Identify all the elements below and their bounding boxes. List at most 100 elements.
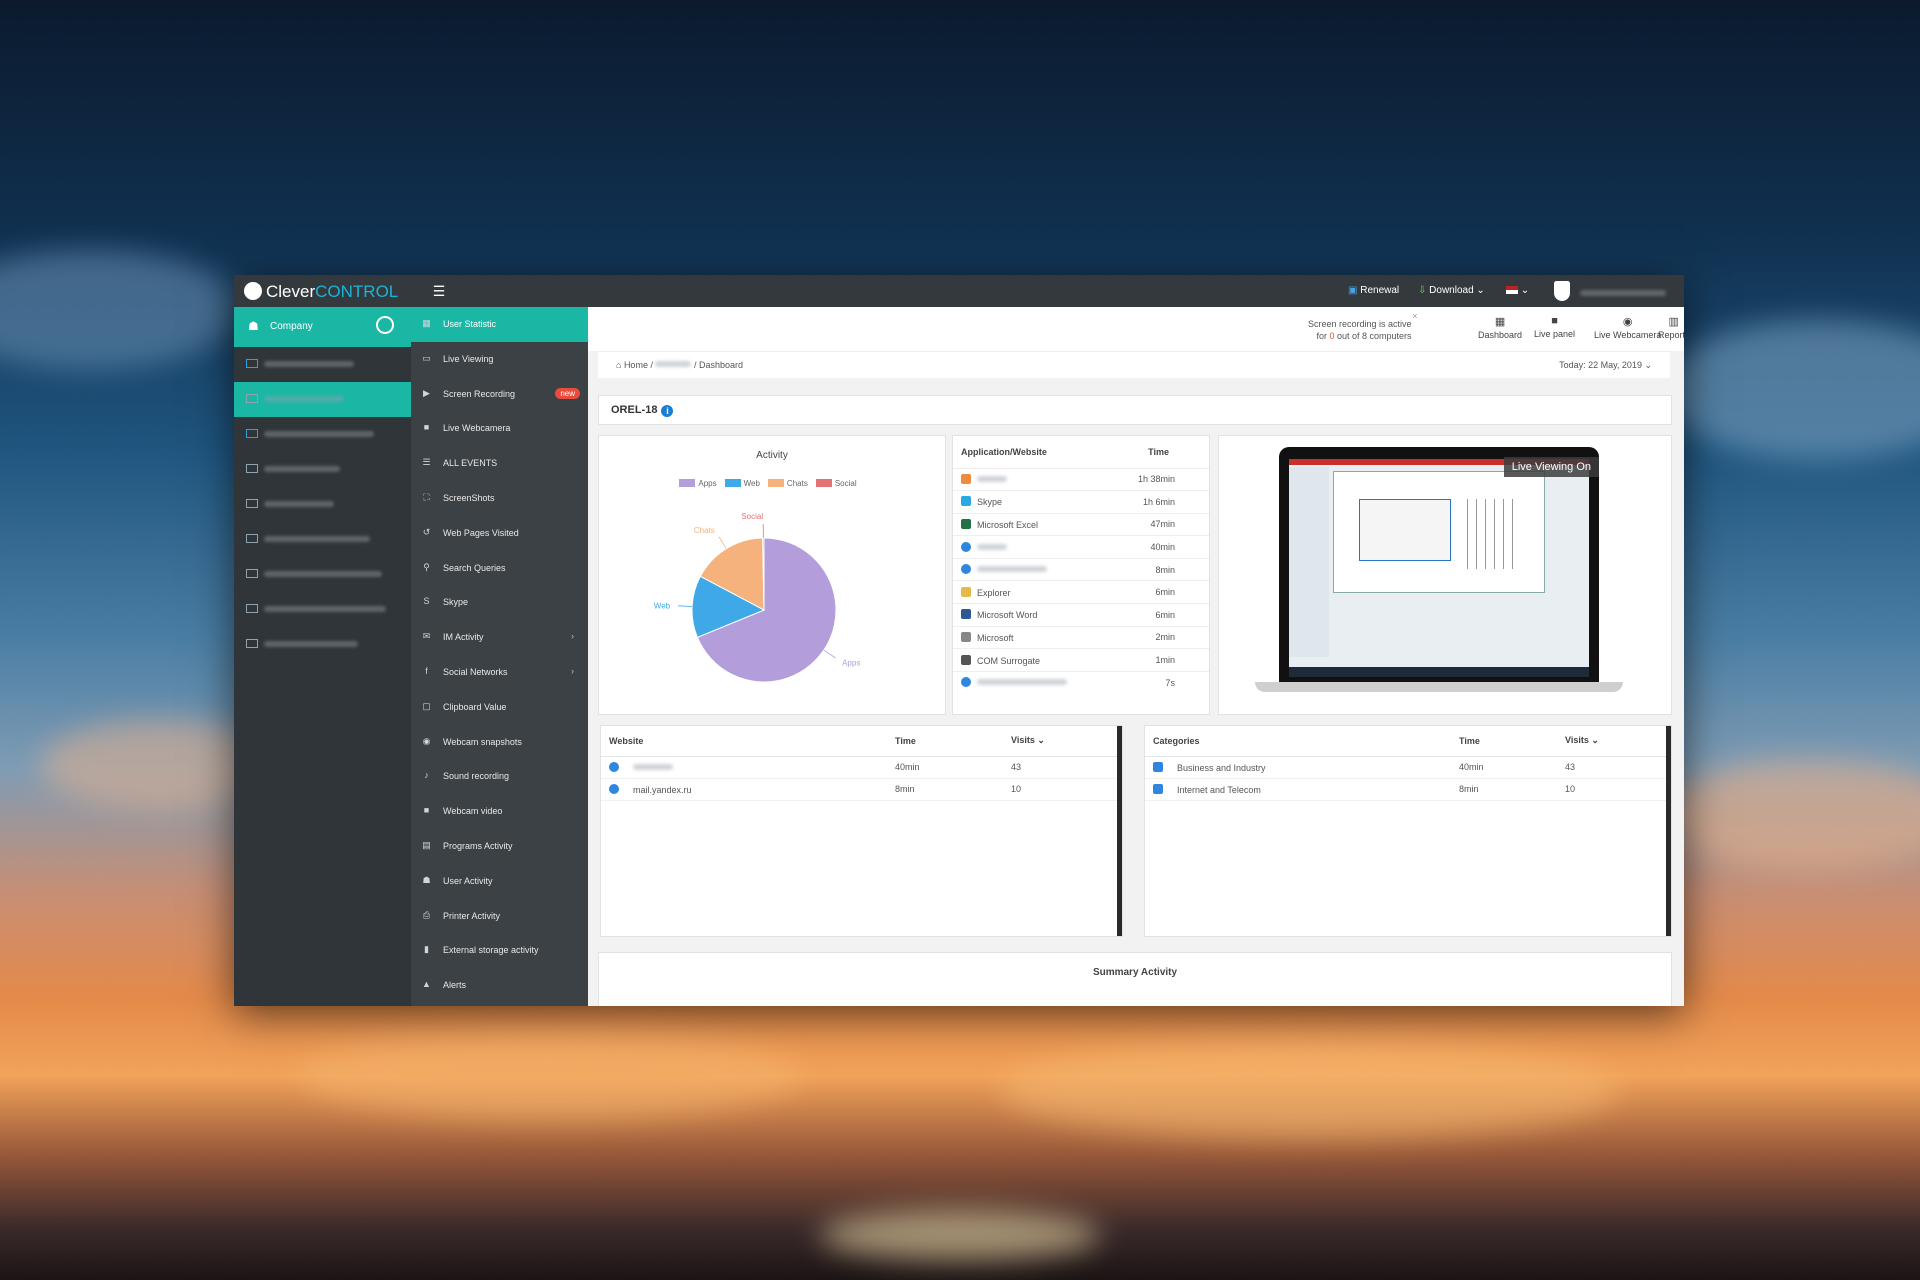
globe-icon <box>961 564 971 575</box>
table-row[interactable]: Microsoft Excel 47min <box>953 513 1209 536</box>
language-selector[interactable]: ⌄ <box>1506 285 1529 296</box>
menu-item[interactable]: ▶ Screen Recording new <box>411 377 588 412</box>
websites-card: Website Time Visits ⌄ 40min 43 mail.yandex… <box>600 725 1123 937</box>
legend-swatch <box>724 479 741 487</box>
table-row[interactable]: 8min <box>953 558 1209 581</box>
computer-item[interactable] <box>234 627 411 662</box>
search-icon[interactable] <box>376 316 394 334</box>
table-row[interactable]: Internet and Telecom 8min 10 <box>1145 778 1671 800</box>
search-icon: ⚲ <box>423 561 430 572</box>
table-row[interactable]: 40min 43 <box>601 756 1122 778</box>
menu-item[interactable]: f Social Networks › <box>411 655 588 690</box>
menu-item[interactable]: ☗ User Activity <box>411 864 588 899</box>
menu-item[interactable]: ☰ ALL EVENTS <box>411 446 588 481</box>
monitor-icon <box>246 604 258 613</box>
header-nav-video[interactable]: ■ Live panel <box>1534 315 1575 339</box>
menu-item[interactable]: ⚲ Search Queries <box>411 551 588 586</box>
col-time[interactable]: Time <box>1108 436 1209 468</box>
date-selector[interactable]: Today: 22 May, 2019 ⌄ <box>1559 360 1652 371</box>
monitor-icon <box>246 639 258 648</box>
category-time: 40min <box>1459 762 1484 772</box>
menu-toggle-button[interactable]: ☰ <box>424 275 454 307</box>
legend-item[interactable]: Web <box>724 479 760 488</box>
live-view-card[interactable]: Live Viewing On <box>1218 435 1672 715</box>
building-icon <box>1153 761 1163 772</box>
col-category-time[interactable]: Time <box>1451 726 1557 756</box>
table-row[interactable]: mail.yandex.ru 8min 10 <box>601 778 1122 800</box>
menu-item[interactable]: ✉ IM Activity › <box>411 620 588 655</box>
computer-item[interactable] <box>234 347 411 382</box>
computer-item[interactable] <box>234 522 411 557</box>
menu-item[interactable]: S Skype <box>411 585 588 620</box>
menu-item[interactable]: ▤ Programs Activity <box>411 829 588 864</box>
pie-label: Web <box>654 601 671 610</box>
app-name: Microsoft Excel <box>977 519 1039 530</box>
app-logo[interactable]: CleverCONTROL <box>244 282 398 302</box>
menu-item[interactable]: ▮ External storage activity <box>411 933 588 968</box>
menu-item[interactable]: ▲ Alerts <box>411 968 588 1003</box>
computer-name-obscured <box>264 396 344 402</box>
monitor-icon <box>246 534 258 543</box>
legend-item[interactable]: Chats <box>767 479 808 488</box>
computer-item[interactable] <box>234 382 411 417</box>
table-row[interactable]: 1h 38min <box>953 468 1209 491</box>
legend-item[interactable]: Social <box>815 479 857 488</box>
website-time: 40min <box>895 762 920 772</box>
window-icon <box>961 654 971 665</box>
menu-item[interactable]: ▢ Clipboard Value <box>411 690 588 725</box>
table-row[interactable]: Business and Industry 40min 43 <box>1145 756 1671 778</box>
table-row[interactable]: Microsoft Word 6min <box>953 603 1209 627</box>
menu-item[interactable]: ⎙ Printer Activity <box>411 899 588 934</box>
computer-item[interactable] <box>234 417 411 452</box>
header-nav-camera[interactable]: ◉ Live Webcamera <box>1594 315 1661 340</box>
menu-item[interactable]: ↺ Web Pages Visited <box>411 516 588 551</box>
menu-item[interactable]: ▦ User Statistic <box>411 307 588 342</box>
close-icon[interactable]: × <box>1412 310 1417 322</box>
scrollbar[interactable] <box>1117 726 1122 936</box>
computer-item[interactable] <box>234 452 411 487</box>
col-website-time[interactable]: Time <box>887 726 1003 756</box>
computer-item[interactable] <box>234 487 411 522</box>
dashboard-icon: ▦ <box>1494 316 1506 328</box>
download-button[interactable]: ⇩ Download ⌄ <box>1418 285 1485 296</box>
menu-item[interactable]: ▭ Live Viewing <box>411 342 588 377</box>
table-row[interactable]: Skype 1h 6min <box>953 490 1209 514</box>
monitor-icon <box>246 464 258 473</box>
applications-table: Application/Website Time 1h 38min Skype 1h… <box>953 436 1209 694</box>
app-name: Microsoft <box>977 632 1014 643</box>
new-badge: new <box>555 387 580 399</box>
company-header[interactable]: ☗ Company <box>234 307 411 347</box>
col-application[interactable]: Application/Website <box>953 436 1108 468</box>
menu-item[interactable]: ■ Webcam video <box>411 794 588 829</box>
legend-item[interactable]: Apps <box>679 479 717 488</box>
laptop-preview: Live Viewing On <box>1255 447 1623 692</box>
menu-item[interactable]: ■ Live Webcamera <box>411 411 588 446</box>
home-icon: ⌂ <box>616 360 624 370</box>
menu-item[interactable]: ⛶ ScreenShots <box>411 481 588 516</box>
col-website-visits[interactable]: Visits ⌄ <box>1003 726 1122 756</box>
menu-item-label: Alerts <box>443 980 467 991</box>
scrollbar[interactable] <box>1666 726 1671 936</box>
menu-item[interactable]: ◉ Webcam snapshots <box>411 725 588 760</box>
col-website[interactable]: Website <box>601 726 887 756</box>
table-row[interactable]: Explorer 6min <box>953 580 1209 604</box>
header-nav-reports[interactable]: ▥ Reports <box>1658 315 1684 340</box>
info-icon[interactable]: i <box>661 405 674 417</box>
table-row[interactable]: 40min <box>953 535 1209 559</box>
table-row[interactable]: COM Surrogate 1min <box>953 648 1209 672</box>
computer-item[interactable] <box>234 557 411 592</box>
computer-item[interactable] <box>234 592 411 627</box>
header-nav-label: Reports <box>1658 330 1684 340</box>
breadcrumb-computer[interactable] <box>655 361 692 367</box>
user-account-menu[interactable] <box>1580 288 1666 299</box>
breadcrumb-home[interactable]: Home <box>624 360 648 370</box>
renewal-button[interactable]: ▣ Renewal <box>1348 285 1399 296</box>
header-nav-dashboard[interactable]: ▦ Dashboard <box>1478 315 1522 340</box>
table-row[interactable]: 7s <box>953 671 1209 694</box>
col-category[interactable]: Categories <box>1145 726 1451 756</box>
menu-item[interactable]: ♪ Sound recording <box>411 759 588 794</box>
monitor-icon <box>246 499 258 508</box>
col-category-visits[interactable]: Visits ⌄ <box>1557 726 1671 756</box>
table-row[interactable]: Microsoft 2min <box>953 626 1209 649</box>
recording-status-line1: Screen recording is active <box>1308 319 1412 329</box>
